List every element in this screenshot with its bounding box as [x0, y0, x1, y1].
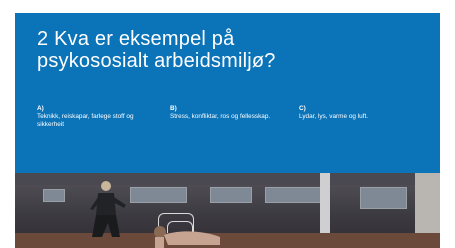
option-b-text: Stress, konfliktar, ros og fellesskap. — [170, 113, 271, 120]
option-c[interactable]: C) Lydar, lys, varme og luft. — [299, 105, 419, 121]
gym-photo — [15, 173, 440, 248]
option-b[interactable]: B) Stress, konfliktar, ros og fellesskap… — [170, 105, 282, 121]
slide-title: 2 Kva er eksempel på psykososialt arbeid… — [37, 28, 427, 72]
title-line-1: 2 Kva er eksempel på — [37, 28, 235, 50]
option-b-letter: B) — [170, 105, 177, 112]
photo-window — [210, 187, 252, 203]
photo-ceiling — [15, 173, 440, 185]
slide: 2 Kva er eksempel på psykososialt arbeid… — [15, 13, 440, 248]
photo-window — [43, 189, 65, 202]
standing-person — [90, 181, 126, 237]
option-c-letter: C) — [299, 105, 306, 112]
answer-options: A) Teknikk, reiskapar, farlege stoff og … — [37, 105, 437, 145]
title-line-2: psykososialt arbeidsmiljø? — [37, 50, 276, 72]
kneeling-person — [154, 226, 220, 248]
photo-window — [265, 187, 322, 203]
photo-window — [360, 187, 407, 209]
option-c-text: Lydar, lys, varme og luft. — [299, 113, 369, 120]
option-a-text: Teknikk, reiskapar, farlege stoff og sik… — [37, 113, 134, 128]
option-a-letter: A) — [37, 105, 44, 112]
option-a[interactable]: A) Teknikk, reiskapar, farlege stoff og … — [37, 105, 159, 129]
